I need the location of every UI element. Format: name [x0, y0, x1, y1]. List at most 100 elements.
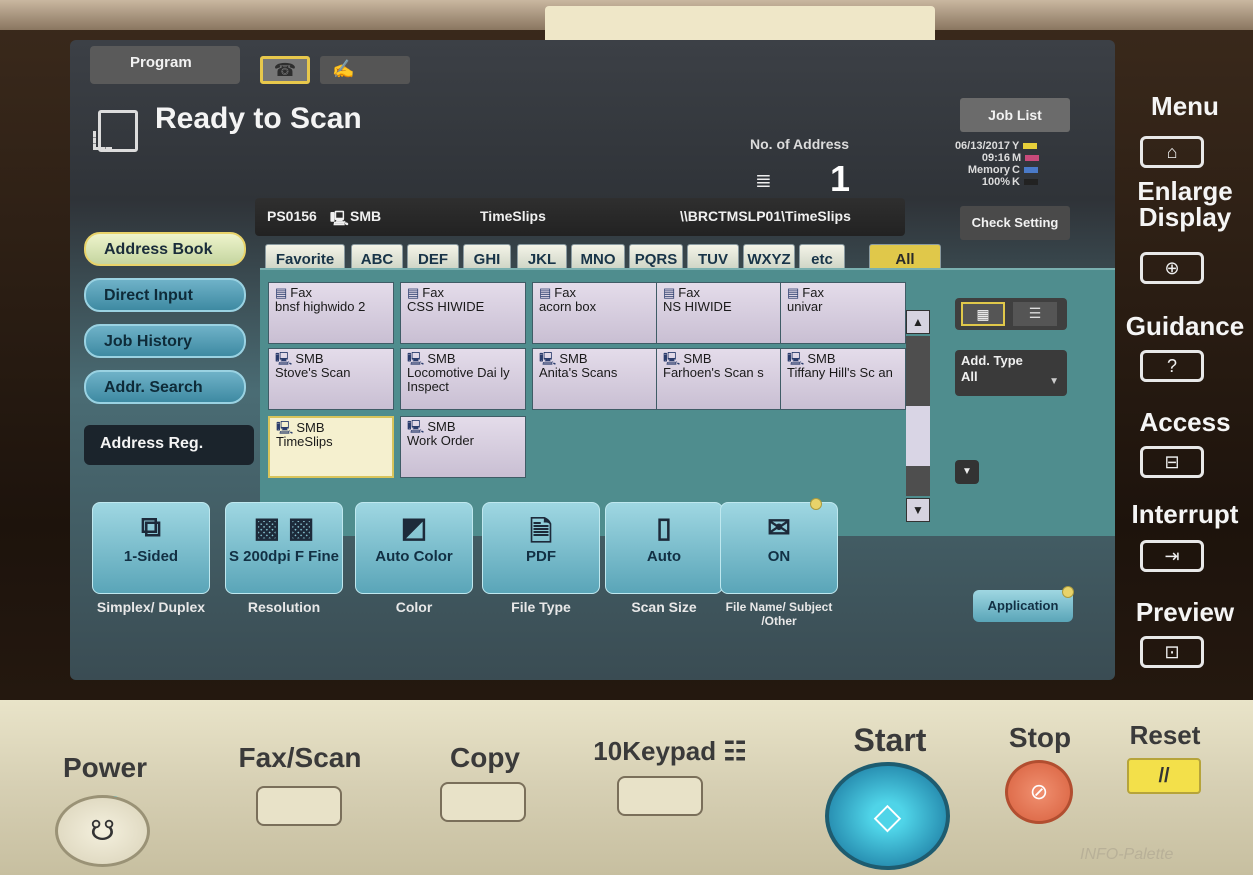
- grid-view-icon[interactable]: ▦: [961, 302, 1005, 326]
- fax-scan-label: Fax/Scan: [238, 742, 362, 773]
- preview-label: Preview: [1135, 597, 1235, 627]
- address-name: univar: [787, 299, 823, 314]
- file-name-button[interactable]: ✉ ON: [720, 502, 838, 594]
- file-type-button[interactable]: 🗎 PDF: [482, 502, 600, 594]
- time-text: 09:16: [981, 152, 1010, 164]
- reset-button[interactable]: //: [1127, 758, 1201, 794]
- destination-type: SMB: [350, 208, 382, 224]
- computer-icon: 🖳 SMB: [407, 419, 456, 434]
- tab-job-history[interactable]: Job History: [84, 324, 246, 358]
- job-list-button[interactable]: Job List: [960, 98, 1070, 132]
- address-entry[interactable]: ▤ Fax acorn box: [532, 282, 658, 344]
- add-type-select[interactable]: Add. Type All ▼: [955, 350, 1067, 396]
- address-entry[interactable]: 🖳 SMB Farhoen's Scan s: [656, 348, 782, 410]
- address-name: Stove's Scan: [275, 365, 351, 380]
- address-name: acorn box: [539, 299, 597, 314]
- power-button[interactable]: ☋: [55, 795, 150, 867]
- address-type: SMB: [427, 351, 456, 366]
- access-label: Access: [1139, 407, 1231, 437]
- home-icon[interactable]: ⌂: [1140, 136, 1204, 168]
- page-title: Ready to Scan: [155, 102, 362, 135]
- fax-scan-button[interactable]: [256, 786, 342, 826]
- simplex-duplex-value: 1-Sided: [123, 548, 179, 565]
- date-time-readout: 06/13/2017 09:16 Memory 100%: [938, 140, 1010, 188]
- scroll-up-button[interactable]: ▲: [906, 310, 930, 334]
- selected-destination-bar[interactable]: PS0156 🖳 SMB TimeSlips \\BRCTMSLP01\Time…: [255, 198, 905, 236]
- keypad-text: 10Keypad: [593, 736, 717, 766]
- destination-name: TimeSlips: [480, 208, 546, 224]
- help-icon[interactable]: ?: [1140, 350, 1204, 382]
- resolution-value: S 200dpi F Fine: [228, 548, 340, 565]
- address-name: TimeSlips: [276, 434, 333, 449]
- address-type: SMB: [683, 351, 712, 366]
- access-icon[interactable]: ⊟: [1140, 446, 1204, 478]
- computer-icon: 🖳 SMB: [407, 351, 456, 366]
- address-entry[interactable]: 🖳 SMB Stove's Scan: [268, 348, 394, 410]
- stop-button[interactable]: ⊘: [1005, 760, 1073, 824]
- keypad-button[interactable]: [617, 776, 703, 816]
- fax-icon[interactable]: ☎: [260, 56, 310, 84]
- color-icon: ◩: [400, 512, 428, 543]
- toner-levels: Y M C K: [1012, 140, 1062, 188]
- copy-button[interactable]: [440, 782, 526, 822]
- start-icon: ◇: [873, 795, 902, 836]
- mail-icon: ✉: [767, 512, 791, 543]
- tab-direct-input[interactable]: Direct Input: [84, 278, 246, 312]
- power-label: Power: [62, 752, 148, 783]
- computer-icon: 🖳 SMB: [539, 351, 588, 366]
- scrollbar-thumb[interactable]: [906, 406, 930, 466]
- expand-down-icon[interactable]: ▼: [955, 460, 979, 484]
- stop-icon: ⊘: [1029, 779, 1049, 804]
- color-button[interactable]: ◩ Auto Color: [355, 502, 473, 594]
- brand-logo: INFO-Palette: [1080, 846, 1174, 863]
- address-entry[interactable]: 🖳 SMB Work Order: [400, 416, 526, 478]
- address-name: NS HIWIDE: [663, 299, 732, 314]
- address-entry-selected[interactable]: 🖳 SMB TimeSlips: [268, 416, 394, 478]
- add-type-value: All: [961, 369, 978, 384]
- address-type: Fax: [422, 285, 444, 300]
- address-entry[interactable]: 🖳 SMB Locomotive Dai ly Inspect: [400, 348, 526, 410]
- address-type: SMB: [807, 351, 836, 366]
- address-entry[interactable]: ▤ Fax NS HIWIDE: [656, 282, 782, 344]
- memory-label: Memory: [967, 164, 1010, 176]
- zoom-icon[interactable]: ⊕: [1140, 252, 1204, 284]
- tab-address-book[interactable]: Address Book: [84, 232, 246, 266]
- pdf-icon: 🗎: [529, 516, 553, 547]
- color-caption: Color: [395, 599, 433, 615]
- start-button[interactable]: ◇: [825, 762, 950, 870]
- address-entry[interactable]: 🖳 SMB Tiffany Hill's Sc an: [780, 348, 906, 410]
- guidance-label: Guidance: [1125, 311, 1245, 341]
- address-type: SMB: [296, 420, 325, 435]
- address-name: Farhoen's Scan s: [663, 365, 764, 380]
- list-view-icon[interactable]: ☰: [1013, 302, 1057, 326]
- pen-icon[interactable]: ✍: [320, 56, 410, 84]
- view-toggle: ▦ ☰: [955, 298, 1067, 330]
- check-setting-button[interactable]: Check Setting: [960, 206, 1070, 240]
- address-entry[interactable]: 🖳 SMB Anita's Scans: [532, 348, 658, 410]
- memory-value: 100%: [981, 176, 1010, 188]
- computer-icon: 🖳 SMB: [275, 351, 324, 366]
- scroll-down-button[interactable]: ▼: [906, 498, 930, 522]
- preview-icon[interactable]: ⊡: [1140, 636, 1204, 668]
- simplex-duplex-button[interactable]: ⧉ 1-Sided: [92, 502, 210, 594]
- application-button[interactable]: Application: [973, 590, 1073, 622]
- file-type-value: PDF: [526, 548, 556, 565]
- address-entry[interactable]: ▤ Fax univar: [780, 282, 906, 344]
- address-name: Work Order: [407, 433, 474, 448]
- fax-icon: ▤ Fax: [787, 285, 824, 300]
- address-reg-button[interactable]: Address Reg.: [84, 425, 254, 465]
- address-list-icon[interactable]: ≣: [755, 168, 772, 193]
- tab-addr-search[interactable]: Addr. Search: [84, 370, 246, 404]
- resolution-button[interactable]: ▩ ▩ S 200dpi F Fine: [225, 502, 343, 594]
- scan-status-icon: [93, 110, 138, 152]
- address-entry[interactable]: ▤ Fax CSS HIWIDE: [400, 282, 526, 344]
- stop-label: Stop: [1008, 722, 1072, 753]
- program-tab[interactable]: Program: [90, 46, 240, 84]
- no-of-address-value: 1: [830, 158, 851, 199]
- scan-size-button[interactable]: ▯ Auto: [605, 502, 723, 594]
- toner-k: K: [1012, 176, 1062, 188]
- add-type-label: Add. Type: [961, 353, 1023, 368]
- interrupt-icon[interactable]: ⇥: [1140, 540, 1204, 572]
- mfp-device: Program ☎ ✍ Ready to Scan Job List No. o…: [0, 0, 1253, 875]
- address-entry[interactable]: ▤ Fax bnsf highwido 2: [268, 282, 394, 344]
